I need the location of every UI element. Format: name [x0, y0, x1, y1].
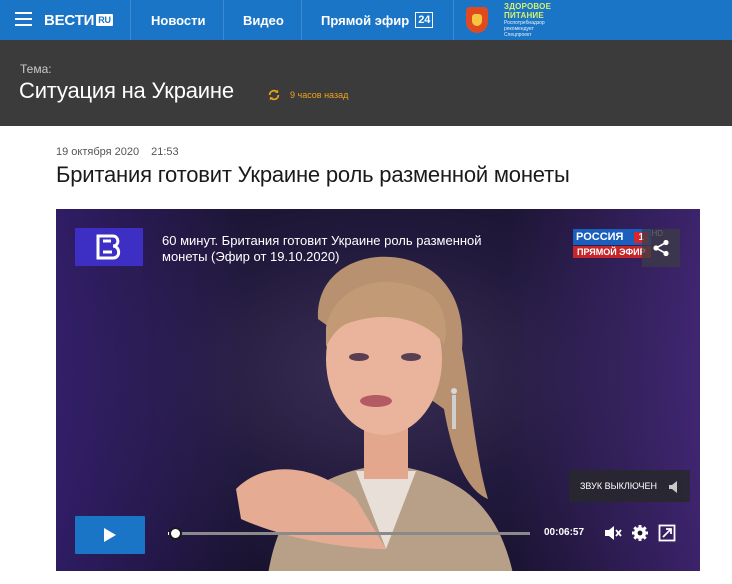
- vesti-letter-icon: [96, 234, 121, 260]
- video-controls: 00:06:57: [56, 509, 700, 571]
- sound-off-notice[interactable]: ЗВУК ВЫКЛЮЧЕН: [569, 470, 690, 502]
- topic-label: Тема:: [20, 62, 52, 76]
- partner-line-5: Спецпроект: [504, 32, 532, 38]
- rospotrebnadzor-emblem-icon: [466, 7, 488, 33]
- refresh-icon: [268, 89, 280, 101]
- nav-divider: [130, 0, 131, 40]
- menu-icon[interactable]: [15, 12, 32, 26]
- logo-text: ВЕСТИ: [44, 11, 95, 29]
- share-button[interactable]: [642, 229, 680, 267]
- channel-live-label: ПРЯМОЙ ЭФИР: [573, 246, 651, 258]
- nav-divider: [301, 0, 302, 40]
- nav-divider: [453, 0, 454, 40]
- video-duration: 00:06:57: [544, 527, 585, 538]
- settings-icon[interactable]: [631, 524, 649, 542]
- live-24-badge: 24: [415, 12, 434, 28]
- partner-text: ЗДОРОВОЕ ПИТАНИЕ Роспотребнадзор рекомен…: [504, 2, 551, 38]
- partner-banner[interactable]: ЗДОРОВОЕ ПИТАНИЕ Роспотребнадзор рекомен…: [466, 0, 551, 40]
- nav-link-news[interactable]: Новости: [151, 0, 206, 40]
- progress-scrubber[interactable]: [169, 527, 183, 540]
- partner-line-2: ПИТАНИЕ: [504, 11, 544, 20]
- play-icon: [104, 528, 116, 542]
- share-icon: [653, 239, 669, 257]
- sound-off-label: ЗВУК ВЫКЛЮЧЕН: [580, 481, 658, 491]
- topic-bar: Тема: Ситуация на Украине 9 часов назад: [0, 40, 732, 126]
- top-navigation: ВЕСТИ RU Новости Видео Прямой эфир 24 ЗД…: [0, 0, 732, 40]
- site-logo[interactable]: ВЕСТИ RU: [44, 10, 113, 30]
- topic-update-time: 9 часов назад: [267, 88, 348, 102]
- progress-bar[interactable]: [168, 527, 530, 540]
- article-meta: 19 октября 2020 21:53: [56, 146, 179, 158]
- article-time: 21:53: [151, 146, 179, 158]
- nav-link-live-label: Прямой эфир: [321, 12, 410, 28]
- logo-suffix: RU: [96, 14, 113, 26]
- article-date: 19 октября 2020: [56, 146, 140, 158]
- nav-link-video[interactable]: Видео: [243, 0, 284, 40]
- play-button[interactable]: [75, 516, 145, 554]
- speaker-icon: [669, 481, 677, 493]
- time-ago-label: 9 часов назад: [290, 90, 349, 100]
- vesti-channel-logo: [75, 228, 143, 266]
- broadcaster-watermark: РОССИЯ 1 ПРЯМОЙ ЭФИР HD: [573, 229, 663, 258]
- channel-name: РОССИЯ: [576, 231, 624, 243]
- video-player[interactable]: 60 минут. Британия готовит Украине роль …: [56, 209, 700, 571]
- topic-title[interactable]: Ситуация на Украине: [19, 78, 234, 104]
- fullscreen-icon[interactable]: [658, 524, 676, 542]
- nav-link-live[interactable]: Прямой эфир 24: [321, 0, 434, 40]
- article-headline: Британия готовит Украине роль разменной …: [56, 162, 570, 187]
- partner-line-1: ЗДОРОВОЕ: [504, 2, 552, 11]
- mute-icon[interactable]: [604, 524, 622, 542]
- video-title: 60 минут. Британия готовит Украине роль …: [162, 233, 482, 264]
- nav-divider: [223, 0, 224, 40]
